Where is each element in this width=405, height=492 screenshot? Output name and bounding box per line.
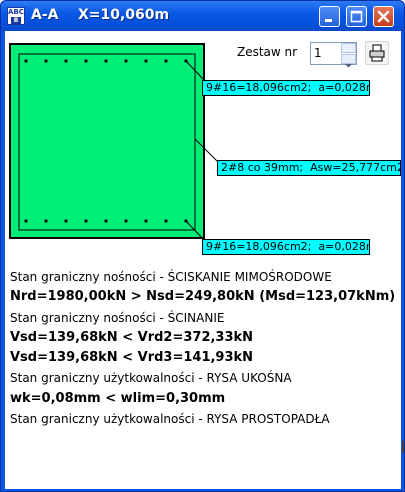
result-line: Stan graniczny nośności - ŚCISKANIE MIMO… [10, 270, 332, 284]
results-panel: Stan graniczny nośności - ŚCISKANIE MIMO… [10, 267, 395, 429]
printer-icon [369, 44, 385, 62]
minimize-button[interactable] [319, 6, 340, 27]
zestaw-value[interactable]: 1 [314, 46, 322, 60]
spin-up-button[interactable] [341, 43, 356, 57]
maximize-button[interactable] [346, 6, 367, 27]
app-window: ABC B A-A X=10,060m 9#16=18,096cm2; a=0,… [0, 0, 405, 492]
title-bar[interactable]: ABC B A-A X=10,060m [1, 1, 404, 31]
stirrup-label: 2#8 co 39mm; Asw=25,777cm2 [217, 160, 401, 176]
app-icon-text-top: ABC [8, 8, 24, 16]
app-icon-text-bottom: B [11, 17, 21, 24]
minimize-icon [325, 19, 332, 22]
rebar-label-bottom: 9#16=18,096cm2; a=0,028m [202, 239, 370, 255]
result-line: Vsd=139,68kN < Vrd3=141,93kN [10, 350, 254, 366]
section-outline [9, 43, 205, 239]
close-button[interactable] [373, 6, 394, 27]
close-icon [377, 10, 390, 23]
zestaw-spinner[interactable]: 1 [310, 42, 357, 68]
result-line: Stan graniczny nośności - ŚCINANIE [10, 310, 225, 325]
window-client-area: 9#16=18,096cm2; a=0,028m 2#8 co 39mm; As… [5, 31, 401, 489]
arrow-down-icon [345, 64, 352, 68]
window-title: A-A X=10,060m [31, 7, 170, 23]
result-line: Vsd=139,68kN < Vrd2=372,33kN [10, 329, 254, 345]
maximize-icon [350, 10, 363, 23]
result-line: Stan graniczny użytkowalności - RYSA UKO… [10, 371, 292, 386]
print-button[interactable] [365, 41, 389, 65]
zestaw-label: Zestaw nr [237, 45, 298, 59]
spin-down-button[interactable] [341, 54, 356, 68]
app-icon[interactable]: ABC B [7, 7, 25, 25]
result-line: wk=0,08mm < wlim=0,30mm [10, 390, 226, 406]
result-line: Stan graniczny użytkowalności - RYSA PRO… [10, 412, 330, 427]
window-edge-mark [402, 441, 404, 453]
rebar-label-top: 9#16=18,096cm2; a=0,028m [202, 80, 370, 96]
result-line: Nrd=1980,00kN > Nsd=249,80kN (Msd=123,07… [10, 289, 396, 305]
